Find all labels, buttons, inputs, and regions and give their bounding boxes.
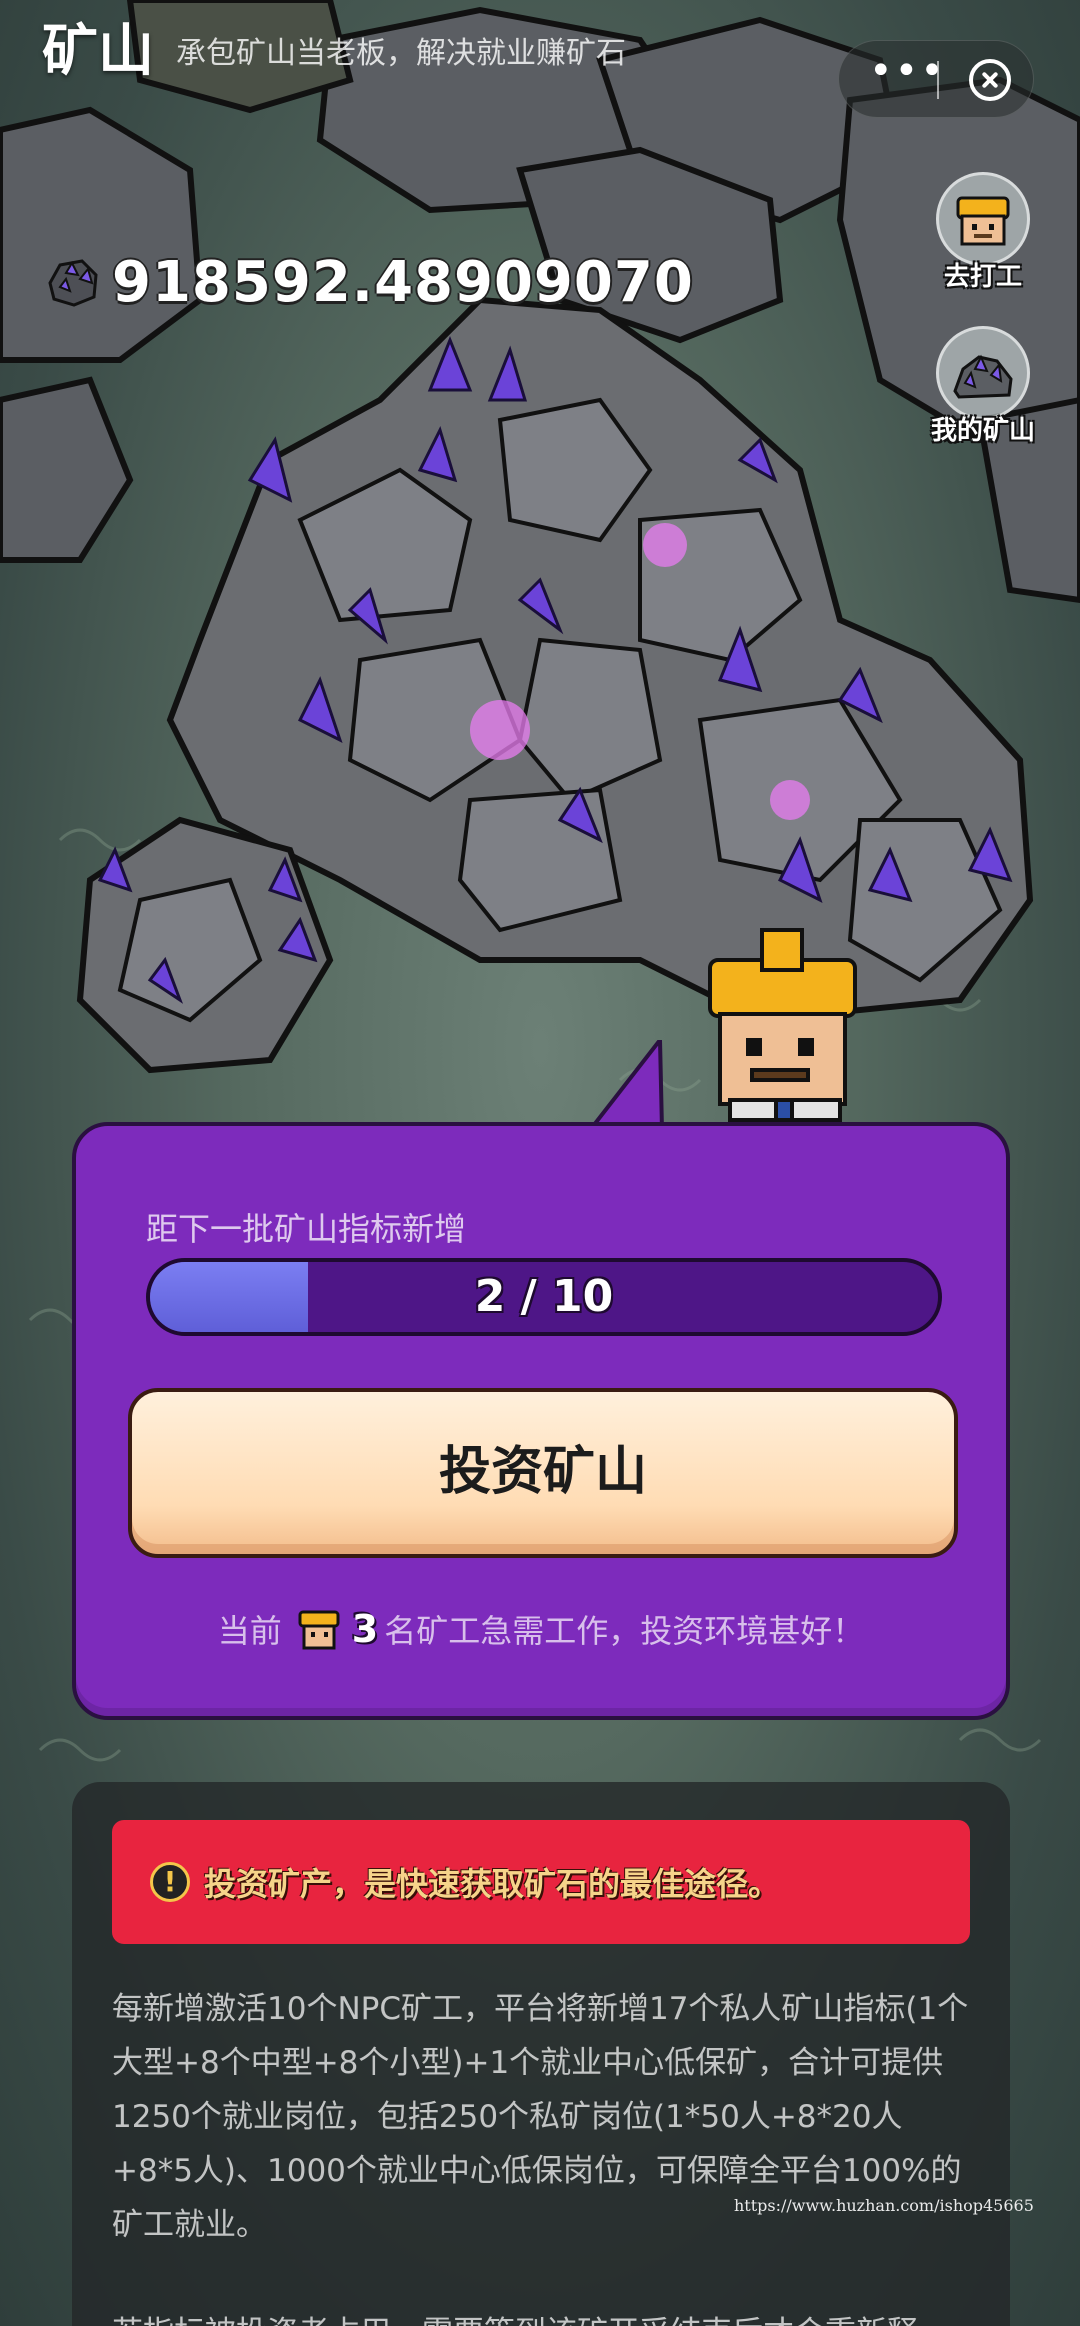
more-options-icon[interactable]: ••• (869, 51, 944, 99)
alert-text: 投资矿产，是快速获取矿石的最佳途径。 (204, 1865, 781, 1903)
ore-balance: 918592.48909070 (44, 248, 694, 316)
invest-panel: 距下一批矿山指标新增 2 / 10 投资矿山 当前 3 名矿工急需工作，投资环境… (72, 1122, 1010, 1720)
info-alert-banner: ! 投资矿产，是快速获取矿石的最佳途径。 (112, 1820, 970, 1944)
miner-helmet-icon (956, 196, 1010, 246)
info-body: 每新增激活10个NPC矿工，平台将新增17个私人矿山指标(1个大型+8个中型+8… (112, 1982, 972, 2326)
invest-mine-button[interactable]: 投资矿山 (128, 1388, 958, 1558)
idle-miner-count: 3 (351, 1607, 379, 1651)
ore-balance-amount: 918592.48909070 (112, 249, 694, 315)
progress-text: 2 / 10 (474, 1271, 614, 1322)
side-button-circle (936, 326, 1030, 420)
watermark: https://www.huzhan.com/ishop45665 (734, 2196, 1034, 2215)
miner-helmet-icon (298, 1610, 340, 1650)
close-icon[interactable] (969, 59, 1011, 101)
status-prefix: 当前 (217, 1612, 282, 1650)
status-suffix: 名矿工急需工作，投资环境甚好！ (384, 1612, 865, 1650)
invest-status: 当前 3 名矿工急需工作，投资环境甚好！ (76, 1606, 1006, 1652)
page-subtitle: 承包矿山当老板，解决就业赚矿石 (176, 36, 626, 71)
ore-gem-icon (48, 259, 98, 307)
miner-character (708, 928, 857, 1122)
info-paragraph: 若指标被投资者占用，需要等到该矿开采结束后才会重新释 (112, 2306, 972, 2326)
my-mine-button[interactable]: 我的矿山 (928, 326, 1038, 447)
capsule-divider (937, 61, 939, 99)
miniprogram-capsule: ••• (838, 40, 1034, 118)
mine-rock-icon (953, 354, 1013, 399)
go-work-label: 去打工 (943, 262, 1022, 292)
next-batch-hint: 距下一批矿山指标新增 (146, 1210, 467, 1248)
mine-quota-progress: 2 / 10 (146, 1258, 942, 1336)
speech-tail (590, 1040, 665, 1130)
go-work-button[interactable]: 去打工 (928, 172, 1038, 293)
page-title: 矿山 (42, 19, 154, 84)
side-button-circle (936, 172, 1030, 266)
my-mine-label: 我的矿山 (930, 416, 1035, 446)
warning-icon: ! (150, 1862, 190, 1902)
info-card: ! 投资矿产，是快速获取矿石的最佳途径。 每新增激活10个NPC矿工，平台将新增… (72, 1782, 1010, 2326)
